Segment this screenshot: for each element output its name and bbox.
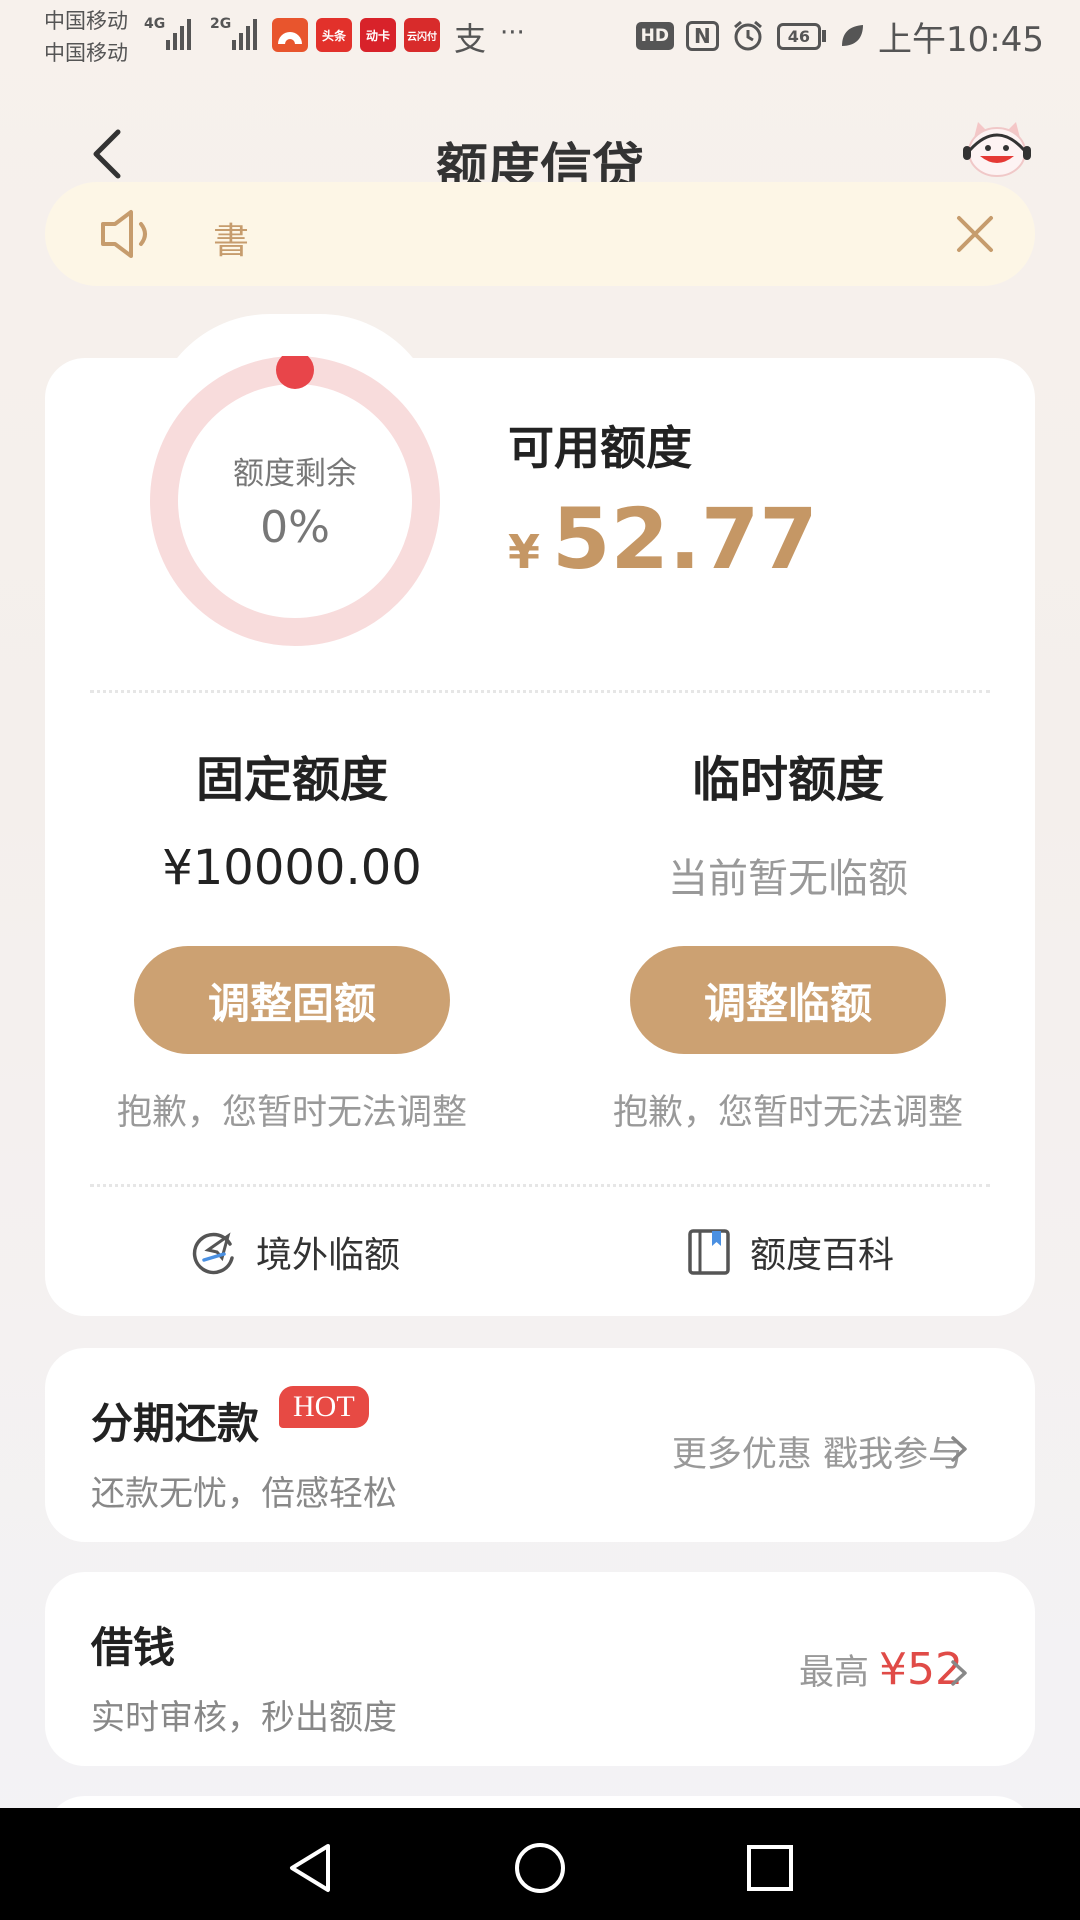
loan-max-label: 最高 bbox=[799, 1653, 870, 1693]
loan-subtitle: 实时审核，秒出额度 bbox=[91, 1698, 397, 1738]
credit-wiki-link[interactable]: 额度百科 bbox=[686, 1226, 894, 1278]
temp-adjust-hint: 抱歉，您暂时无法调整 bbox=[612, 1093, 963, 1133]
remaining-credit-ring bbox=[150, 356, 440, 646]
alarm-icon bbox=[733, 20, 762, 51]
leaf-icon bbox=[842, 25, 864, 46]
adjust-temp-button[interactable]: 调整临额 bbox=[630, 946, 946, 1054]
mascot-assistant-icon[interactable] bbox=[962, 118, 1032, 182]
chevron-right-icon bbox=[951, 1436, 967, 1462]
status-bar: 中国移动 中国移动 4G 2G 头条 动卡 云闪付 支 ··· HD N 46 … bbox=[0, 0, 1080, 72]
network-type-2: 2G bbox=[210, 16, 232, 32]
installment-title: 分期还款 bbox=[91, 1399, 260, 1448]
unionpay-app-icon: 云闪付 bbox=[404, 18, 440, 52]
notice-text: 書 bbox=[213, 221, 250, 262]
dongka-app-icon: 动卡 bbox=[360, 18, 396, 52]
loan-card[interactable]: 借钱 实时审核，秒出额度 最高 ¥52 bbox=[45, 1572, 1035, 1766]
weather-app-icon bbox=[272, 18, 308, 52]
fixed-credit-column: 固定额度 bbox=[82, 740, 502, 810]
hd-icon: HD bbox=[635, 22, 674, 50]
carrier-2: 中国移动 bbox=[44, 41, 128, 65]
overseas-credit-label: 境外临额 bbox=[256, 1235, 401, 1276]
nav-back-icon[interactable] bbox=[280, 1838, 340, 1898]
battery-icon: 46 bbox=[776, 22, 827, 50]
divider bbox=[90, 690, 990, 693]
overseas-credit-link[interactable]: 境外临额 bbox=[190, 1226, 400, 1278]
loan-max-amount: 最高 ¥52 bbox=[799, 1644, 963, 1695]
available-credit-amount: ¥52.77 bbox=[508, 490, 818, 588]
signal-1-icon bbox=[166, 16, 191, 50]
adjust-fixed-button[interactable]: 调整固额 bbox=[134, 946, 450, 1054]
installment-subtitle: 还款无忧，倍感轻松 bbox=[91, 1474, 397, 1514]
nav-home-icon[interactable] bbox=[510, 1838, 570, 1898]
status-right: HD N 46 上午10:45 bbox=[635, 12, 1044, 60]
speaker-icon bbox=[101, 210, 147, 258]
battery-level: 46 bbox=[776, 22, 822, 50]
book-icon bbox=[688, 1229, 730, 1275]
hot-badge: HOT bbox=[279, 1386, 369, 1428]
clock: 上午10:45 bbox=[878, 19, 1044, 60]
fixed-credit-value: ¥10000.00 bbox=[162, 840, 422, 896]
currency-symbol: ¥ bbox=[508, 525, 541, 579]
installment-promo-text: 更多优惠 戳我参与 bbox=[672, 1426, 963, 1477]
ring-label: 额度剩余 bbox=[233, 456, 357, 492]
installment-card[interactable]: 分期还款 HOT 还款无忧，倍感轻松 更多优惠 戳我参与 bbox=[45, 1348, 1035, 1542]
nav-recents-icon[interactable] bbox=[740, 1838, 800, 1898]
signal-2-icon bbox=[232, 16, 257, 50]
navigation-bar bbox=[0, 1808, 1080, 1920]
fixed-credit-title: 固定额度 bbox=[195, 752, 388, 808]
divider bbox=[90, 1184, 990, 1187]
network-type-1: 4G bbox=[144, 16, 166, 32]
temp-credit-column: 临时额度 bbox=[578, 740, 998, 810]
fixed-adjust-hint: 抱歉，您暂时无法调整 bbox=[116, 1093, 467, 1133]
more-notifications-icon: ··· bbox=[500, 18, 525, 48]
available-credit-label: 可用额度 bbox=[508, 421, 692, 475]
available-amount-value: 52.77 bbox=[552, 490, 818, 588]
credit-wiki-label: 额度百科 bbox=[750, 1235, 895, 1276]
overseas-plane-icon bbox=[192, 1232, 234, 1275]
notice-banner[interactable]: 書 bbox=[45, 182, 1035, 286]
nfc-icon: N bbox=[686, 21, 719, 51]
temp-credit-title: 临时额度 bbox=[691, 752, 884, 808]
loan-title: 借钱 bbox=[91, 1623, 176, 1672]
carrier-1: 中国移动 bbox=[44, 9, 128, 33]
temp-credit-value: 当前暂无临额 bbox=[668, 856, 908, 902]
chevron-right-icon bbox=[951, 1660, 967, 1686]
toutiao-app-icon: 头条 bbox=[316, 18, 352, 52]
ring-value: 0% bbox=[260, 502, 330, 553]
close-icon[interactable] bbox=[951, 210, 999, 258]
alipay-icon: 支 bbox=[454, 20, 487, 58]
installment-promo-label: 更多优惠 戳我参与 bbox=[671, 1435, 963, 1475]
